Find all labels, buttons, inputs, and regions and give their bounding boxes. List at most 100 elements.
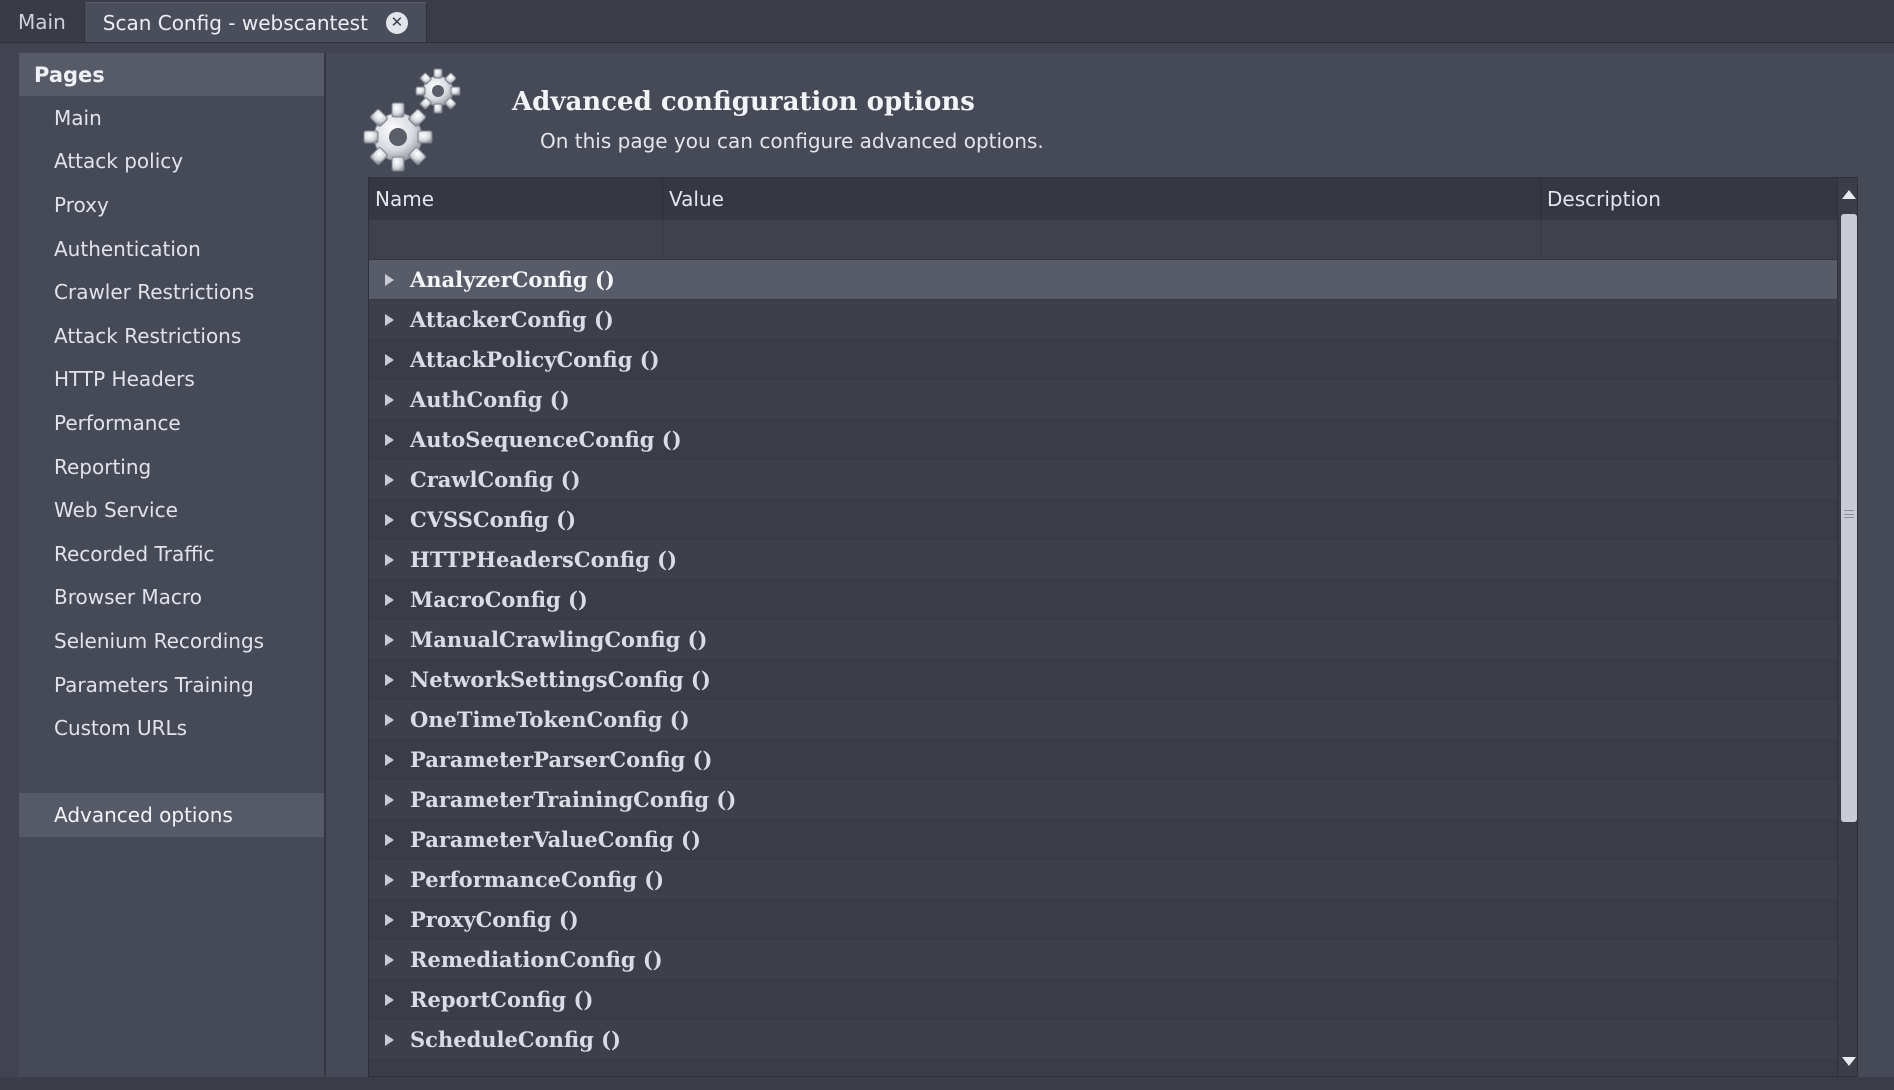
table-row[interactable]: ScheduleConfig () (369, 1020, 1837, 1060)
table-row[interactable]: ReportConfig () (369, 980, 1837, 1020)
tab-scan-config[interactable]: Scan Config - webscantest ✕ (84, 2, 427, 42)
sidebar-item-web-service[interactable]: Web Service (19, 488, 324, 532)
row-name: ProxyConfig () (410, 907, 579, 932)
table-rows: AnalyzerConfig () AttackerConfig () Atta… (369, 260, 1837, 1060)
row-name: CrawlConfig () (410, 467, 581, 492)
triangle-right-icon[interactable] (385, 593, 394, 606)
sidebar-item-recorded-traffic[interactable]: Recorded Traffic (19, 532, 324, 576)
scroll-down-icon[interactable] (1842, 1057, 1856, 1066)
table-row[interactable]: ProxyConfig () (369, 900, 1837, 940)
triangle-right-icon[interactable] (385, 553, 394, 566)
tab-main-label: Main (18, 10, 66, 34)
bottom-bar (0, 1077, 1894, 1090)
row-name: AnalyzerConfig () (410, 267, 615, 292)
row-name: ReportConfig () (410, 987, 594, 1012)
sidebar-spacer (19, 750, 324, 793)
sidebar-item-advanced-options[interactable]: Advanced options (19, 792, 324, 837)
row-name: AuthConfig () (410, 387, 570, 412)
triangle-right-icon[interactable] (385, 913, 394, 926)
table-row[interactable]: ManualCrawlingConfig () (369, 620, 1837, 660)
triangle-right-icon[interactable] (385, 873, 394, 886)
sidebar-item-custom-urls[interactable]: Custom URLs (19, 706, 324, 750)
column-header-value[interactable]: Value (663, 178, 1541, 220)
triangle-right-icon[interactable] (385, 673, 394, 686)
sidebar-item-attack-restrictions[interactable]: Attack Restrictions (19, 314, 324, 358)
column-header-name[interactable]: Name (369, 178, 663, 220)
row-name: AutoSequenceConfig () (410, 427, 682, 452)
sidebar-list: Main Attack policy Proxy Authentication … (19, 96, 324, 837)
triangle-right-icon[interactable] (385, 353, 394, 366)
table-row[interactable]: RemediationConfig () (369, 940, 1837, 980)
sidebar-item-proxy[interactable]: Proxy (19, 183, 324, 227)
tab-main[interactable]: Main (0, 2, 85, 42)
sidebar-item-reporting[interactable]: Reporting (19, 445, 324, 489)
sidebar-item-http-headers[interactable]: HTTP Headers (19, 358, 324, 402)
table-row[interactable]: CVSSConfig () (369, 500, 1837, 540)
row-name: ParameterParserConfig () (410, 747, 713, 772)
filter-row (369, 220, 1837, 260)
triangle-right-icon[interactable] (385, 633, 394, 646)
sidebar-item-performance[interactable]: Performance (19, 401, 324, 445)
triangle-right-icon[interactable] (385, 793, 394, 806)
gears-icon (363, 68, 461, 172)
sidebar-header: Pages (19, 53, 324, 96)
sidebar-item-browser-macro[interactable]: Browser Macro (19, 576, 324, 620)
table-row[interactable]: PerformanceConfig () (369, 860, 1837, 900)
table-row[interactable]: CrawlConfig () (369, 460, 1837, 500)
triangle-right-icon[interactable] (385, 833, 394, 846)
table-row[interactable]: ParameterTrainingConfig () (369, 780, 1837, 820)
scroll-thumb[interactable] (1841, 214, 1857, 822)
row-name: RemediationConfig () (410, 947, 663, 972)
sidebar-item-attack-policy[interactable]: Attack policy (19, 140, 324, 184)
row-name: CVSSConfig () (410, 507, 577, 532)
sidebar-item-main[interactable]: Main (19, 96, 324, 140)
triangle-right-icon[interactable] (385, 953, 394, 966)
triangle-right-icon[interactable] (385, 753, 394, 766)
triangle-right-icon[interactable] (385, 473, 394, 486)
tab-scan-config-label: Scan Config - webscantest (102, 10, 368, 35)
triangle-right-icon[interactable] (385, 993, 394, 1006)
row-name: MacroConfig () (410, 587, 588, 612)
row-name: PerformanceConfig () (410, 867, 665, 892)
triangle-right-icon[interactable] (385, 433, 394, 446)
sidebar-item-crawler-restrictions[interactable]: Crawler Restrictions (19, 270, 324, 314)
page-title: Advanced configuration options (512, 87, 975, 117)
table-row[interactable]: HTTPHeadersConfig () (369, 540, 1837, 580)
content-panel: Advanced configuration options On this p… (326, 53, 1894, 1077)
filter-cell-description[interactable] (1541, 220, 1837, 260)
row-name: ScheduleConfig () (410, 1027, 621, 1052)
table-row[interactable]: ParameterParserConfig () (369, 740, 1837, 780)
table-row[interactable]: AuthConfig () (369, 380, 1837, 420)
table-row[interactable]: ParameterValueConfig () (369, 820, 1837, 860)
table-row[interactable]: MacroConfig () (369, 580, 1837, 620)
row-name: NetworkSettingsConfig () (410, 667, 711, 692)
table-row[interactable]: AutoSequenceConfig () (369, 420, 1837, 460)
filter-cell-name[interactable] (369, 220, 663, 260)
triangle-right-icon[interactable] (385, 1033, 394, 1046)
vertical-scrollbar[interactable] (1837, 178, 1857, 1076)
triangle-right-icon[interactable] (385, 313, 394, 326)
scroll-up-icon[interactable] (1842, 190, 1856, 199)
table-row[interactable]: NetworkSettingsConfig () (369, 660, 1837, 700)
column-header-description[interactable]: Description (1541, 178, 1837, 220)
table-row[interactable]: AnalyzerConfig () (369, 260, 1837, 300)
row-name: AttackerConfig () (410, 307, 614, 332)
table-header: Name Value Description (369, 178, 1837, 220)
triangle-right-icon[interactable] (385, 713, 394, 726)
table-row[interactable]: AttackPolicyConfig () (369, 340, 1837, 380)
triangle-right-icon[interactable] (385, 273, 394, 286)
triangle-right-icon[interactable] (385, 513, 394, 526)
sidebar: Pages Main Attack policy Proxy Authentic… (19, 53, 326, 1077)
sidebar-item-selenium-recordings[interactable]: Selenium Recordings (19, 619, 324, 663)
page-header: Advanced configuration options On this p… (362, 65, 1462, 175)
triangle-right-icon[interactable] (385, 393, 394, 406)
table-row[interactable]: OneTimeTokenConfig () (369, 700, 1837, 740)
close-icon[interactable]: ✕ (385, 11, 408, 34)
filter-cell-value[interactable] (663, 220, 1541, 260)
page-subtitle: On this page you can configure advanced … (540, 129, 1044, 153)
sidebar-item-authentication[interactable]: Authentication (19, 227, 324, 271)
sidebar-item-parameters-training[interactable]: Parameters Training (19, 663, 324, 707)
tab-bar: Main Scan Config - webscantest ✕ (0, 0, 1894, 43)
table-row[interactable]: AttackerConfig () (369, 300, 1837, 340)
grip-icon (1844, 510, 1854, 518)
